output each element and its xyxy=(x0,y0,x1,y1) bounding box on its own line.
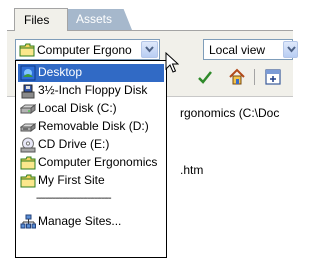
dropdown-item-local-disk[interactable]: Local Disk (C:) xyxy=(18,100,164,118)
cd-drive-icon xyxy=(20,137,36,153)
files-toolbar xyxy=(160,64,293,90)
mouse-pointer-icon xyxy=(165,52,179,73)
tree-site-root-label[interactable]: rgonomics (C:\Doc xyxy=(180,106,279,120)
chevron-down-icon xyxy=(145,46,154,53)
desktop-icon xyxy=(20,65,36,81)
dropdown-item-floppy[interactable]: 3½-Inch Floppy Disk xyxy=(18,82,164,100)
floppy-icon xyxy=(21,84,35,99)
dropdown-item-my-first-site[interactable]: My First Site xyxy=(18,172,164,190)
view-select-dropdown-button[interactable] xyxy=(283,41,298,58)
site-select[interactable]: Computer Ergono xyxy=(15,39,160,60)
dropdown-item-manage-sites[interactable]: Manage Sites... xyxy=(18,213,164,231)
dropdown-item-label: Local Disk (C:) xyxy=(38,101,117,115)
home-icon[interactable] xyxy=(228,68,246,86)
hard-disk-icon xyxy=(20,104,36,114)
dropdown-item-label: Computer Ergonomics xyxy=(38,155,158,169)
dropdown-item-label: Desktop xyxy=(38,65,83,79)
site-dropdown-list: Desktop 3½-Inch Floppy Disk Local Disk (… xyxy=(15,60,167,258)
expand-icon[interactable] xyxy=(264,68,282,86)
toolbar-separator xyxy=(254,69,255,85)
tab-files[interactable]: Files xyxy=(14,8,68,31)
panel-left-gutter xyxy=(0,30,7,258)
dropdown-item-computer-ergonomics[interactable]: Computer Ergonomics xyxy=(18,154,164,172)
tree-file-label[interactable]: .htm xyxy=(180,163,203,177)
tab-files-label: Files xyxy=(24,13,50,27)
dropdown-divider: -------------------------------- xyxy=(36,193,112,204)
sites-icon xyxy=(20,214,36,229)
dropdown-item-desktop[interactable]: Desktop xyxy=(18,64,164,82)
dropdown-item-removable-disk[interactable]: Removable Disk (D:) xyxy=(18,118,164,136)
tab-assets-label: Assets xyxy=(76,12,113,26)
folder-icon xyxy=(20,156,36,170)
folder-icon xyxy=(19,43,35,57)
check-in-icon[interactable] xyxy=(196,68,214,86)
dropdown-item-label: My First Site xyxy=(38,173,105,187)
dropdown-item-label: 3½-Inch Floppy Disk xyxy=(38,83,148,97)
dropdown-item-label: CD Drive (E:) xyxy=(38,137,110,151)
site-select-value: Computer Ergono xyxy=(37,43,132,57)
view-select[interactable]: Local view xyxy=(203,39,298,60)
folder-icon xyxy=(20,174,36,188)
dropdown-item-cd-drive[interactable]: CD Drive (E:) xyxy=(18,136,164,154)
view-select-value: Local view xyxy=(209,43,266,57)
dropdown-item-label: Manage Sites... xyxy=(38,214,122,228)
removable-disk-icon xyxy=(20,123,36,132)
chevron-down-icon xyxy=(287,46,296,53)
tab-assets[interactable]: Assets xyxy=(62,9,132,30)
site-select-dropdown-button[interactable] xyxy=(141,41,158,58)
dropdown-item-label: Removable Disk (D:) xyxy=(38,119,149,133)
panel-tab-strip: Assets Files xyxy=(0,0,293,31)
